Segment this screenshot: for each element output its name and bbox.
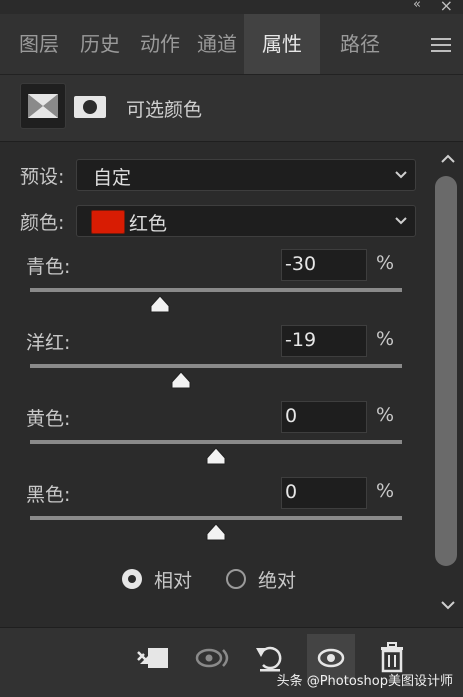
absolute-radio[interactable] <box>226 569 246 589</box>
percent-unit: % <box>376 252 395 274</box>
watermark: 头条 @Photoshop美图设计师 <box>276 674 453 689</box>
slider-thumb[interactable] <box>205 446 227 466</box>
slider-value: -30 <box>285 253 317 275</box>
preset-value: 自定 <box>93 167 132 189</box>
slider-thumb[interactable] <box>205 522 227 542</box>
percent-unit: % <box>376 480 395 502</box>
properties-body: 预设: 自定 颜色: 红色 青色: -30 % 洋红: -19 % 黄色: 0 … <box>0 142 463 627</box>
window-topbar: « × <box>0 0 463 15</box>
collapse-icon[interactable]: « <box>413 0 421 12</box>
properties-header: 可选颜色 <box>0 75 463 142</box>
slider-track[interactable] <box>30 364 402 368</box>
slider-label: 黑色: <box>26 484 71 506</box>
preset-label: 预设: <box>20 166 65 188</box>
yellow-value-field[interactable]: 0 <box>281 401 367 433</box>
chevron-down-icon <box>395 171 407 179</box>
percent-unit: % <box>376 328 395 350</box>
slider-label: 洋红: <box>26 332 71 354</box>
color-swatch <box>91 210 125 234</box>
slider-track[interactable] <box>30 440 402 444</box>
relative-label[interactable]: 相对 <box>154 566 192 593</box>
slider-value: -19 <box>285 329 317 351</box>
adjustment-title: 可选颜色 <box>126 99 203 121</box>
relative-radio[interactable] <box>122 569 142 589</box>
slider-label: 黄色: <box>26 408 71 430</box>
slider-thumb[interactable] <box>170 370 192 390</box>
colors-dropdown[interactable]: 红色 <box>76 205 416 237</box>
tab-history[interactable]: 历史 <box>70 14 130 74</box>
colors-label: 颜色: <box>20 212 65 234</box>
slider-track[interactable] <box>30 288 402 292</box>
magenta-value-field[interactable]: -19 <box>281 325 367 357</box>
mask-icon[interactable] <box>74 96 106 118</box>
scroll-down-icon[interactable] <box>440 598 456 612</box>
percent-unit: % <box>376 404 395 426</box>
colors-value: 红色 <box>129 213 168 235</box>
black-value-field[interactable]: 0 <box>281 477 367 509</box>
tab-actions[interactable]: 动作 <box>130 14 190 74</box>
tab-properties[interactable]: 属性 <box>244 14 320 74</box>
tab-channels[interactable]: 通道 <box>190 14 244 74</box>
cyan-value-field[interactable]: -30 <box>281 249 367 281</box>
scroll-up-icon[interactable] <box>440 152 456 166</box>
scrollbar-thumb[interactable] <box>435 176 457 566</box>
chevron-down-icon <box>395 217 407 225</box>
slider-value: 0 <box>285 481 298 503</box>
preset-dropdown[interactable]: 自定 <box>76 159 416 191</box>
slider-value: 0 <box>285 405 298 427</box>
close-icon[interactable]: × <box>440 0 453 15</box>
absolute-label[interactable]: 绝对 <box>258 566 296 593</box>
slider-label: 青色: <box>26 256 71 278</box>
panel-tab-bar: 图层 历史 动作 通道 属性 路径 <box>0 14 463 75</box>
slider-track[interactable] <box>30 516 402 520</box>
slider-thumb[interactable] <box>149 294 171 314</box>
properties-footer: 头条 @Photoshop美图设计师 <box>0 627 463 697</box>
tab-layers[interactable]: 图层 <box>8 14 70 74</box>
tab-paths[interactable]: 路径 <box>320 14 400 74</box>
view-previous-state-icon[interactable] <box>189 634 237 682</box>
panel-menu-icon[interactable] <box>431 38 451 52</box>
clip-to-layer-icon[interactable] <box>130 634 178 682</box>
adjustment-icon[interactable] <box>20 83 66 129</box>
